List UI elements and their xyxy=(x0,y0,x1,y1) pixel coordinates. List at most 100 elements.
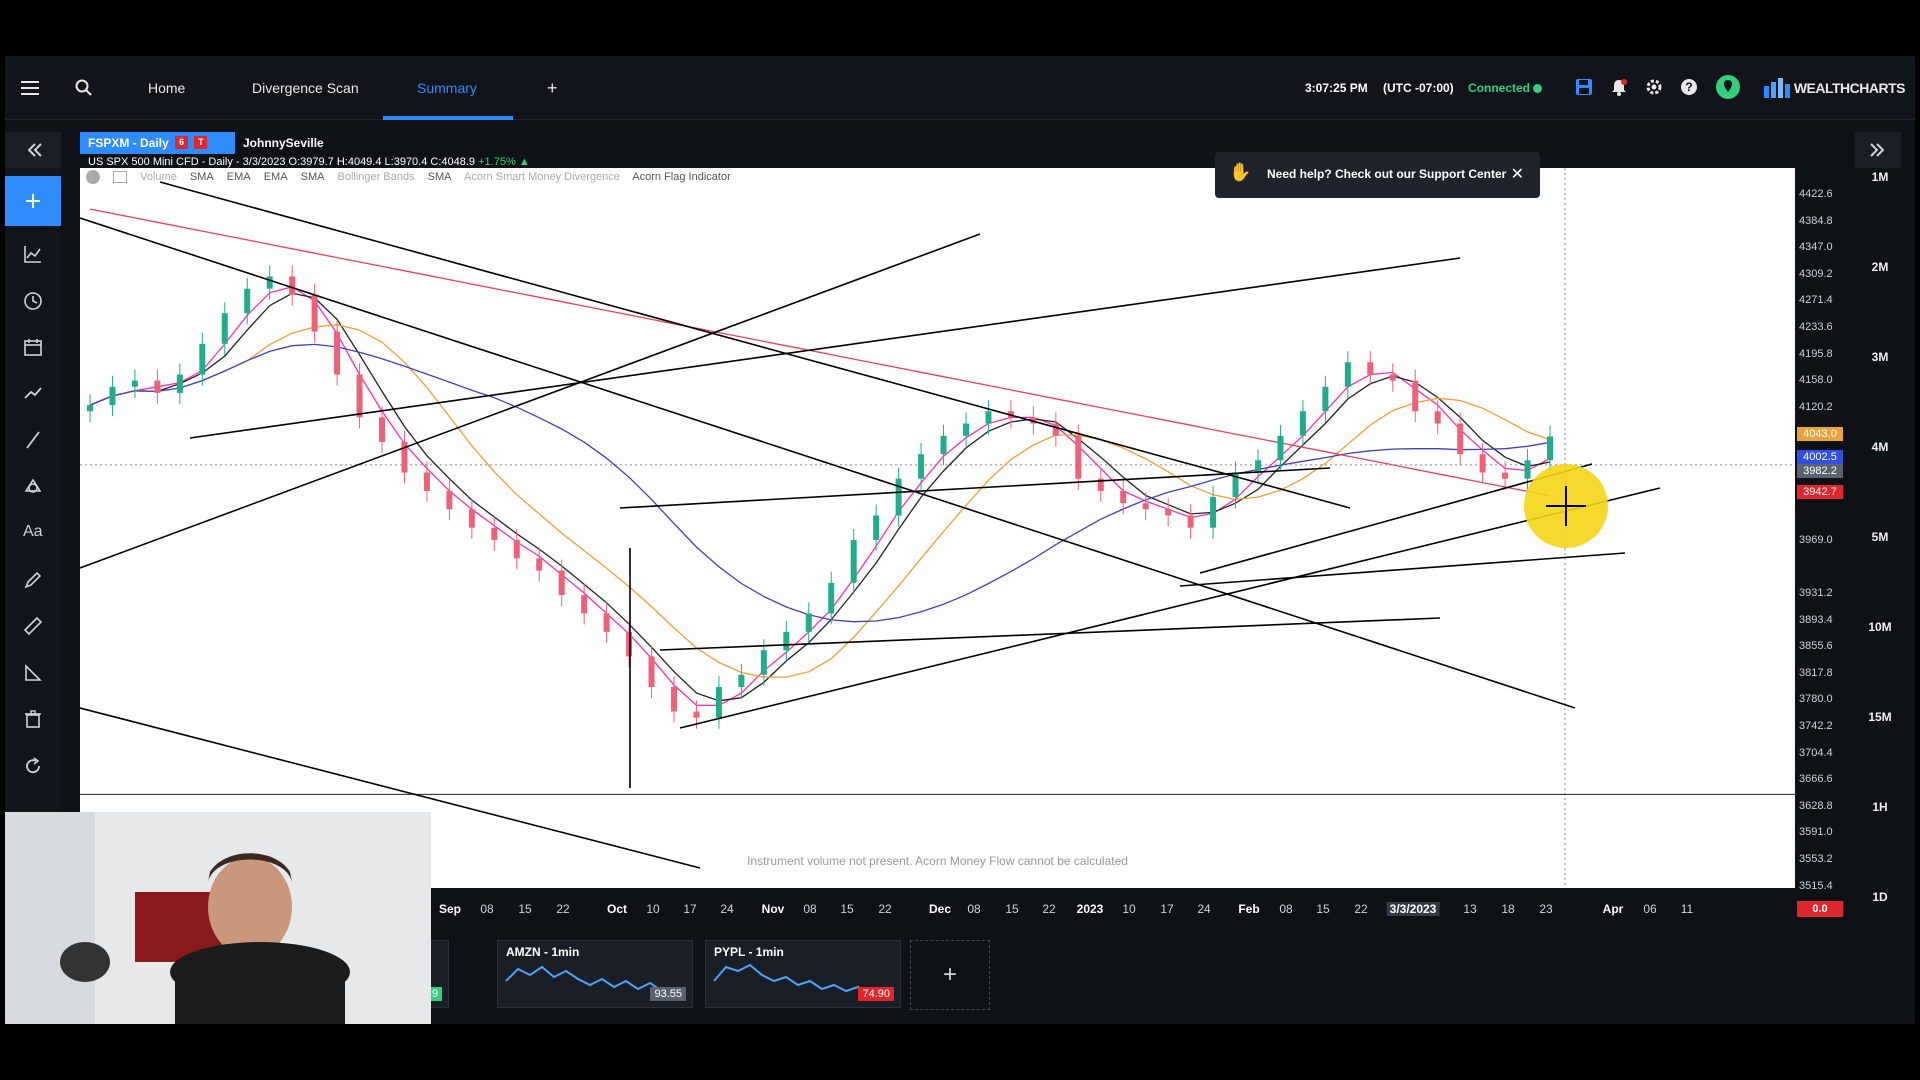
timeframe-1m[interactable]: 1M xyxy=(1845,170,1915,184)
ruler-icon[interactable] xyxy=(23,616,43,636)
chart-canvas[interactable] xyxy=(80,168,1795,888)
tab-home[interactable]: Home xyxy=(148,56,185,120)
gear-icon[interactable] xyxy=(1645,78,1665,98)
collapse-right-button[interactable] xyxy=(1855,132,1901,168)
candle-body xyxy=(603,613,610,632)
bell-icon[interactable] xyxy=(1610,78,1630,98)
time-axis-label: 10 xyxy=(646,902,660,916)
close-circle-icon[interactable] xyxy=(86,170,100,184)
measure-icon[interactable] xyxy=(23,663,43,683)
price-axis-label: 3780.0 xyxy=(1799,693,1833,706)
indicator-volume[interactable]: Volume xyxy=(140,171,177,183)
mini-chart-pypl[interactable]: PYPL - 1min 74.90 xyxy=(705,940,901,1008)
tab-summary[interactable]: Summary xyxy=(417,56,477,120)
candle-body xyxy=(1389,374,1396,381)
candle-body xyxy=(1457,423,1464,455)
connection-dot xyxy=(1533,84,1542,93)
candle-body xyxy=(558,570,565,596)
indicator-acorn-flag[interactable]: Acorn Flag Indicator xyxy=(632,171,730,183)
indicator-row: Volume SMA EMA EMA SMA Bollinger Bands S… xyxy=(86,170,741,184)
help-toast[interactable]: ✋ Need help? Check out our Support Cente… xyxy=(1215,152,1540,198)
price-axis-label: 3628.8 xyxy=(1799,799,1833,812)
help-icon[interactable]: ? xyxy=(1680,78,1700,98)
trend-icon[interactable] xyxy=(23,383,43,403)
calendar-icon[interactable] xyxy=(23,337,43,357)
connection-status: Connected xyxy=(1468,81,1531,95)
symbol-ohlc: US SPX 500 Mini CFD - Daily - 3/3/2023 O… xyxy=(88,156,476,168)
clock-icon[interactable] xyxy=(23,291,43,311)
candle-body xyxy=(693,711,700,718)
candle-body xyxy=(1277,435,1284,461)
indicator-sma-2[interactable]: SMA xyxy=(301,171,325,183)
trash-icon[interactable] xyxy=(23,709,43,729)
add-drawing-button[interactable] xyxy=(5,176,61,226)
add-tab-button[interactable]: + xyxy=(547,56,558,120)
indicator-acorn-smd[interactable]: Acorn Smart Money Divergence xyxy=(464,171,620,183)
time-axis-label: 10 xyxy=(1122,902,1136,916)
search-icon[interactable] xyxy=(75,56,93,120)
top-bar: Home Divergence Scan Summary + 3:07:25 P… xyxy=(5,56,1915,120)
indicator-sma-3[interactable]: SMA xyxy=(428,171,452,183)
menu-icon[interactable] xyxy=(21,56,39,120)
timeframe-1h[interactable]: 1H xyxy=(1845,800,1915,814)
price-tag: 3982.2 xyxy=(1797,464,1843,478)
price-plot[interactable]: Volume SMA EMA EMA SMA Bollinger Bands S… xyxy=(80,168,1795,888)
change-percent: +1.75% xyxy=(478,156,516,168)
indicator-sma-1[interactable]: SMA xyxy=(190,171,214,183)
location-icon[interactable] xyxy=(1715,74,1741,100)
timeframe-15m[interactable]: 15M xyxy=(1845,710,1915,724)
candle-body xyxy=(1187,515,1194,528)
candle-body xyxy=(1210,497,1217,528)
timeframe-5m[interactable]: 5M xyxy=(1845,530,1915,544)
time-axis-label: Oct xyxy=(606,902,628,916)
badge-t: T xyxy=(194,136,208,149)
mini-chart-amzn[interactable]: AMZN - 1min 93.55 xyxy=(497,940,693,1008)
timeframe-10m[interactable]: 10M xyxy=(1845,620,1915,634)
indicator-ema-1[interactable]: EMA xyxy=(227,171,251,183)
price-axis-label: 4195.8 xyxy=(1799,347,1833,360)
candle-body xyxy=(626,631,633,657)
indicator-ema-2[interactable]: EMA xyxy=(264,171,288,183)
chart-type-icon[interactable] xyxy=(23,244,43,264)
timezone[interactable]: (UTC -07:00) xyxy=(1383,56,1454,120)
time-axis-label: 18 xyxy=(1501,902,1515,916)
timeframe-2m[interactable]: 2M xyxy=(1845,260,1915,274)
price-axis-label: 4384.8 xyxy=(1799,214,1833,227)
text-icon[interactable]: Aa xyxy=(23,523,43,543)
save-icon[interactable] xyxy=(1575,78,1595,98)
collapse-left-button[interactable] xyxy=(5,132,61,168)
time-axis-label: 24 xyxy=(720,902,734,916)
candle-body xyxy=(1412,380,1419,412)
candle-body xyxy=(1120,490,1127,504)
add-mini-chart-button[interactable]: + xyxy=(910,940,990,1010)
shapes-icon[interactable] xyxy=(23,476,43,496)
brand-name: WEALTHCHARTS xyxy=(1793,80,1906,96)
candle-body xyxy=(491,527,498,540)
price-axis[interactable]: 4422.6 4384.8 4347.0 4309.2 4271.4 4233.6 4195… xyxy=(1795,168,1847,892)
candle-body xyxy=(536,558,543,571)
price-axis-label: 3666.6 xyxy=(1799,773,1833,786)
indicator-bollinger[interactable]: Bollinger Bands xyxy=(338,171,415,183)
timeframe-4m[interactable]: 4M xyxy=(1845,440,1915,454)
refresh-icon[interactable] xyxy=(23,756,43,776)
close-icon[interactable]: ✕ xyxy=(1511,164,1524,184)
chart-user[interactable]: JohnnySeville xyxy=(243,136,324,150)
minimize-icon[interactable] xyxy=(113,171,128,183)
timeframe-bar: 1M 2M 3M 4M 5M 10M 15M 1H 1D 1W xyxy=(1845,132,1915,1024)
timeframe-3m[interactable]: 3M xyxy=(1845,350,1915,364)
line-draw-icon[interactable] xyxy=(23,430,43,450)
price-axis-label: 3817.8 xyxy=(1799,666,1833,679)
tab-divergence-scan[interactable]: Divergence Scan xyxy=(252,56,359,120)
mini-price-amzn: 93.55 xyxy=(650,987,686,1001)
trend-line xyxy=(189,257,1461,439)
candle-body xyxy=(513,539,520,559)
candle-body xyxy=(1322,386,1329,412)
up-arrow-icon: ▲ xyxy=(518,156,530,168)
pen-icon[interactable] xyxy=(23,570,43,590)
time-axis-label: 08 xyxy=(803,902,817,916)
chart-tab[interactable]: FSPXM - Daily 6 T xyxy=(80,132,235,154)
timeframe-1d[interactable]: 1D xyxy=(1845,890,1915,904)
active-tab-indicator xyxy=(383,116,513,120)
time-axis-label: Sep xyxy=(438,902,462,916)
price-tag: 3942.7 xyxy=(1797,485,1843,499)
